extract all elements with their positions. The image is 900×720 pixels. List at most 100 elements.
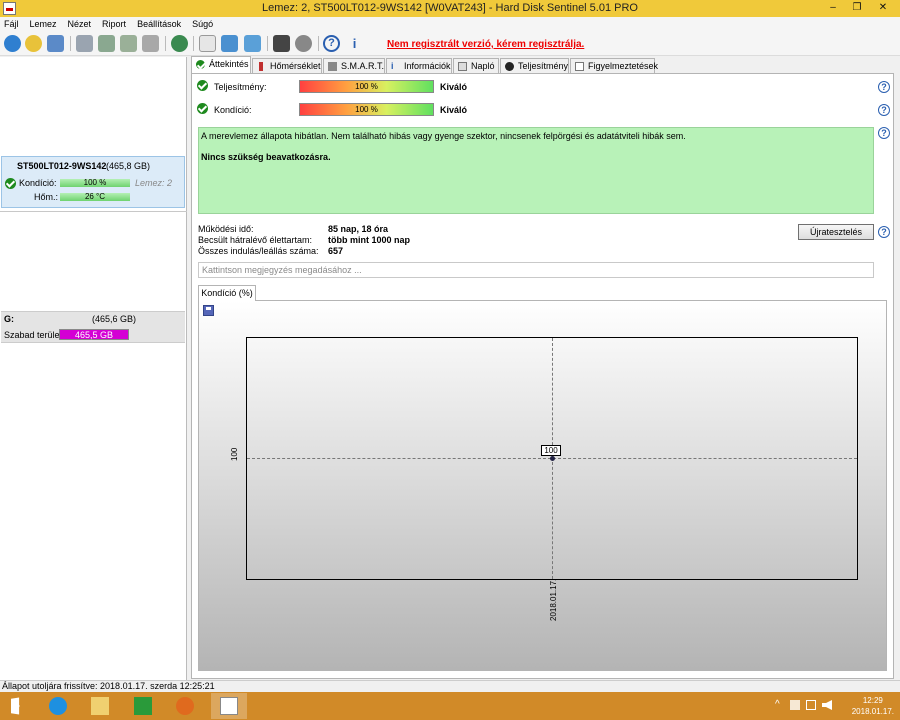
help-icon[interactable]: ? bbox=[878, 81, 890, 93]
disk-health-label: Kondíció: bbox=[19, 178, 57, 188]
report-icon[interactable] bbox=[199, 35, 216, 52]
performance-status: Kiváló bbox=[440, 82, 468, 92]
menu-help[interactable]: Súgó bbox=[192, 17, 213, 31]
health-label: Kondíció: bbox=[214, 105, 252, 115]
minimize-button[interactable]: – bbox=[822, 1, 844, 15]
menu-view[interactable]: Nézet bbox=[68, 17, 92, 31]
disk-temp-label: Hőm.: bbox=[34, 192, 59, 202]
backup-icon[interactable] bbox=[221, 35, 238, 52]
taskbar-firefox[interactable] bbox=[167, 693, 203, 719]
unregistered-link[interactable]: Nem regisztrált verzió, kérem regisztrál… bbox=[387, 39, 584, 50]
info-icon[interactable]: i bbox=[346, 35, 363, 52]
notes-input[interactable]: Kattintson megjegyzés megadásához ... bbox=[198, 262, 874, 278]
hard-disk-sentinel-icon bbox=[220, 697, 238, 715]
disk-name: ST500LT012-9WS142 bbox=[17, 161, 107, 171]
tab-temperature[interactable]: Hőmérséklet bbox=[252, 58, 322, 73]
save-icon[interactable] bbox=[203, 305, 214, 316]
tab-information-label: Információk bbox=[404, 61, 451, 71]
disk-card[interactable]: ST500LT012-9WS142 (465,8 GB) Kondíció: 1… bbox=[1, 156, 185, 208]
chart-point bbox=[550, 456, 555, 461]
clock-date: 2018.01.17. bbox=[851, 707, 894, 716]
tab-information[interactable]: i Információk bbox=[386, 58, 452, 73]
tab-smart-label: S.M.A.R.T. bbox=[341, 61, 385, 71]
uptime-value: 85 nap, 18 óra bbox=[328, 224, 389, 234]
close-button[interactable]: ✕ bbox=[872, 1, 894, 15]
status-text: A merevlemez állapota hibátlan. Nem talá… bbox=[201, 131, 686, 141]
tab-chart-health[interactable]: Kondíció (%) bbox=[198, 285, 256, 301]
store-icon bbox=[134, 697, 152, 715]
disk-smart-icon[interactable] bbox=[120, 35, 137, 52]
startstop-label: Összes indulás/leállás száma: bbox=[198, 246, 319, 256]
menu-bar: Fájl Lemez Nézet Riport Beállítások Súgó bbox=[0, 17, 900, 31]
tab-smart[interactable]: S.M.A.R.T. bbox=[323, 58, 385, 73]
tab-performance[interactable]: Teljesítmény bbox=[500, 58, 569, 73]
volume-card[interactable]: G: (465,6 GB) Szabad terület 465,5 GB bbox=[1, 311, 185, 343]
disk-health-bar: 100 % bbox=[60, 179, 130, 187]
email-icon[interactable] bbox=[47, 35, 64, 52]
toolbar-separator bbox=[318, 36, 319, 51]
tab-temperature-label: Hőmérséklet bbox=[270, 61, 321, 71]
chart-area: 100 100 2018.01.17. bbox=[198, 300, 887, 671]
taskbar: ^ 12:29 2018.01.17. bbox=[0, 692, 900, 720]
tab-overview[interactable]: Áttekintés bbox=[191, 56, 251, 73]
taskbar-store[interactable] bbox=[125, 693, 161, 719]
monitor-icon[interactable] bbox=[273, 35, 290, 52]
retest-button[interactable]: Újratesztelés bbox=[798, 224, 874, 240]
menu-settings[interactable]: Beállítások bbox=[137, 17, 181, 31]
status-action: Nincs szükség beavatkozásra. bbox=[201, 152, 331, 162]
tab-overview-label: Áttekintés bbox=[209, 59, 249, 69]
disk-test-icon[interactable] bbox=[76, 35, 93, 52]
menu-disk[interactable]: Lemez bbox=[30, 17, 57, 31]
action-center-icon[interactable] bbox=[790, 700, 800, 710]
disk-tools-icon[interactable] bbox=[142, 35, 159, 52]
toolbar-separator bbox=[267, 36, 268, 51]
toolbar-separator bbox=[193, 36, 194, 51]
help-icon[interactable]: ? bbox=[878, 127, 890, 139]
menu-report[interactable]: Riport bbox=[102, 17, 126, 31]
startstop-value: 657 bbox=[328, 246, 344, 256]
windows-logo-icon bbox=[11, 697, 20, 715]
network-icon[interactable] bbox=[244, 35, 261, 52]
taskbar-ie[interactable] bbox=[40, 693, 76, 719]
tab-alerts[interactable]: Figyelmeztetések bbox=[570, 58, 658, 73]
taskbar-hdsentinel[interactable] bbox=[211, 693, 247, 719]
help-icon[interactable]: ? bbox=[878, 104, 890, 116]
free-space-bar: 465,5 GB bbox=[59, 329, 129, 340]
lifetime-label: Becsült hátralévő élettartam: bbox=[198, 235, 313, 245]
check-icon bbox=[196, 60, 205, 69]
tab-strip: Áttekintés Hőmérséklet S.M.A.R.T. i Info… bbox=[191, 56, 661, 73]
check-icon bbox=[197, 103, 208, 114]
help-icon[interactable]: ? bbox=[323, 35, 340, 52]
clock[interactable]: 12:29 2018.01.17. bbox=[852, 695, 894, 717]
battery-icon[interactable] bbox=[806, 700, 816, 710]
settings-icon[interactable] bbox=[295, 35, 312, 52]
info-icon: i bbox=[391, 61, 394, 71]
tab-log-label: Napló bbox=[471, 61, 495, 71]
chart-y-tick-label: 100 bbox=[230, 447, 239, 461]
start-button[interactable] bbox=[2, 693, 38, 719]
folder-icon bbox=[91, 697, 109, 715]
menu-file[interactable]: Fájl bbox=[4, 17, 19, 31]
disk-size: (465,8 GB) bbox=[106, 161, 151, 171]
check-icon bbox=[197, 80, 208, 91]
taskbar-explorer[interactable] bbox=[82, 693, 118, 719]
refresh-icon[interactable] bbox=[4, 35, 21, 52]
globe-icon[interactable] bbox=[171, 35, 188, 52]
alert-icon[interactable] bbox=[25, 35, 42, 52]
maximize-button[interactable]: ❐ bbox=[846, 1, 868, 15]
chart-plot: 100 bbox=[246, 337, 858, 580]
disk-surface-icon[interactable] bbox=[98, 35, 115, 52]
log-icon bbox=[458, 62, 467, 71]
tray-arrow-icon[interactable]: ^ bbox=[775, 700, 785, 710]
lifetime-value: több mint 1000 nap bbox=[328, 235, 411, 245]
toolbar-separator bbox=[165, 36, 166, 51]
divider bbox=[0, 211, 187, 212]
window-title: Lemez: 2, ST500LT012-9WS142 [W0VAT243] -… bbox=[261, 2, 638, 14]
volume-letter: G: bbox=[4, 314, 14, 324]
tab-log[interactable]: Napló bbox=[453, 58, 499, 73]
chart-data-label: 100 bbox=[541, 445, 561, 456]
help-icon[interactable]: ? bbox=[878, 226, 890, 238]
internet-explorer-icon bbox=[49, 697, 67, 715]
performance-icon bbox=[505, 62, 514, 71]
volume-icon[interactable] bbox=[822, 700, 832, 710]
